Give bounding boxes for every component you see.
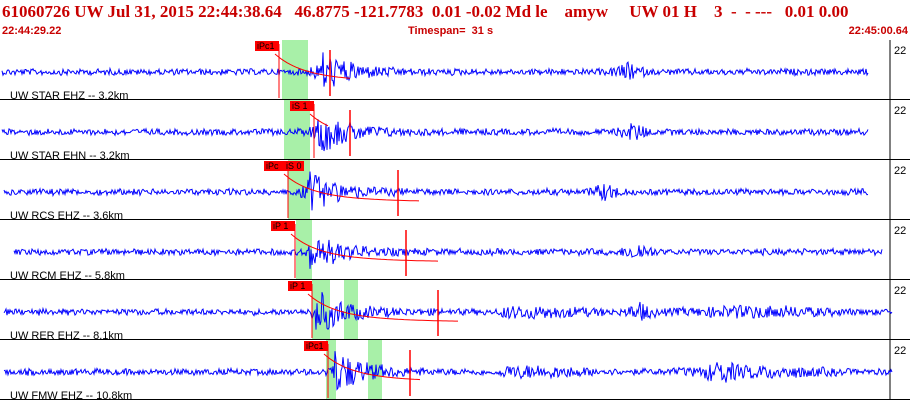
- pick-flag-label: iP 1: [273, 221, 288, 231]
- pick-window: [368, 340, 382, 400]
- trace-panel[interactable]: iPc1 22 UW STAR EHZ -- 3.2km: [0, 40, 910, 102]
- trace-panel[interactable]: iPc1 22 UW FMW EHZ -- 10.8km: [0, 340, 910, 400]
- pick-flag-label: iPc1: [306, 341, 324, 351]
- trace-gain: 22: [894, 165, 906, 177]
- station-label: UW RCS EHZ -- 3.6km: [10, 210, 123, 222]
- end-time: 22:45:00.64: [848, 25, 908, 37]
- pick-flag-label: iPc1: [257, 41, 275, 51]
- trace-gain: 22: [894, 345, 906, 357]
- station-label: UW FMW EHZ -- 10.8km: [10, 390, 132, 400]
- station-label: UW STAR EHZ -- 3.2km: [10, 90, 128, 102]
- coda-curve: [309, 113, 329, 127]
- waveform: [3, 171, 869, 211]
- station-label: UW RER EHZ -- 8.1km: [10, 330, 123, 342]
- station-label: UW RCM EHZ -- 5.8km: [10, 270, 125, 282]
- timespan-label: Timespan= 31 s: [408, 25, 494, 37]
- trace-panel[interactable]: iPc iS 0 22 UW RCS EHZ -- 3.6km: [0, 160, 910, 222]
- pick-flag-label: iS 1: [292, 101, 308, 111]
- waveform: [1, 52, 869, 87]
- waveform: [1, 119, 869, 152]
- trace-gain: 22: [894, 285, 906, 297]
- waveform: [3, 292, 893, 330]
- start-time: 22:44:29.22: [2, 25, 62, 37]
- trace-gain: 22: [894, 105, 906, 117]
- trace-panel[interactable]: iP 1 22 UW RCM EHZ -- 5.8km: [0, 220, 910, 282]
- station-label: UW STAR EHN -- 3.2km: [10, 150, 130, 162]
- pick-window: [344, 280, 358, 340]
- trace-panel[interactable]: iS 1 22 UW STAR EHN -- 3.2km: [0, 100, 910, 162]
- event-header: 61060726 UW Jul 31, 2015 22:44:38.64 46.…: [0, 0, 910, 40]
- pick-flag-label: iPc: [266, 161, 279, 171]
- waveform: [13, 239, 883, 269]
- trace-gain: 22: [894, 225, 906, 237]
- trace-panel[interactable]: iP 1 22 UW RER EHZ -- 8.1km: [0, 280, 910, 342]
- seismogram-panel[interactable]: iPc1 22 UW STAR EHZ -- 3.2km iS 1 22 UW STAR …: [0, 40, 910, 400]
- trace-gain: 22: [894, 45, 906, 57]
- pick-flag-label: iP 1: [290, 281, 305, 291]
- waveform: [3, 351, 893, 391]
- pick-flag-label: iS 0: [286, 161, 302, 171]
- event-title: 61060726 UW Jul 31, 2015 22:44:38.64 46.…: [2, 2, 849, 21]
